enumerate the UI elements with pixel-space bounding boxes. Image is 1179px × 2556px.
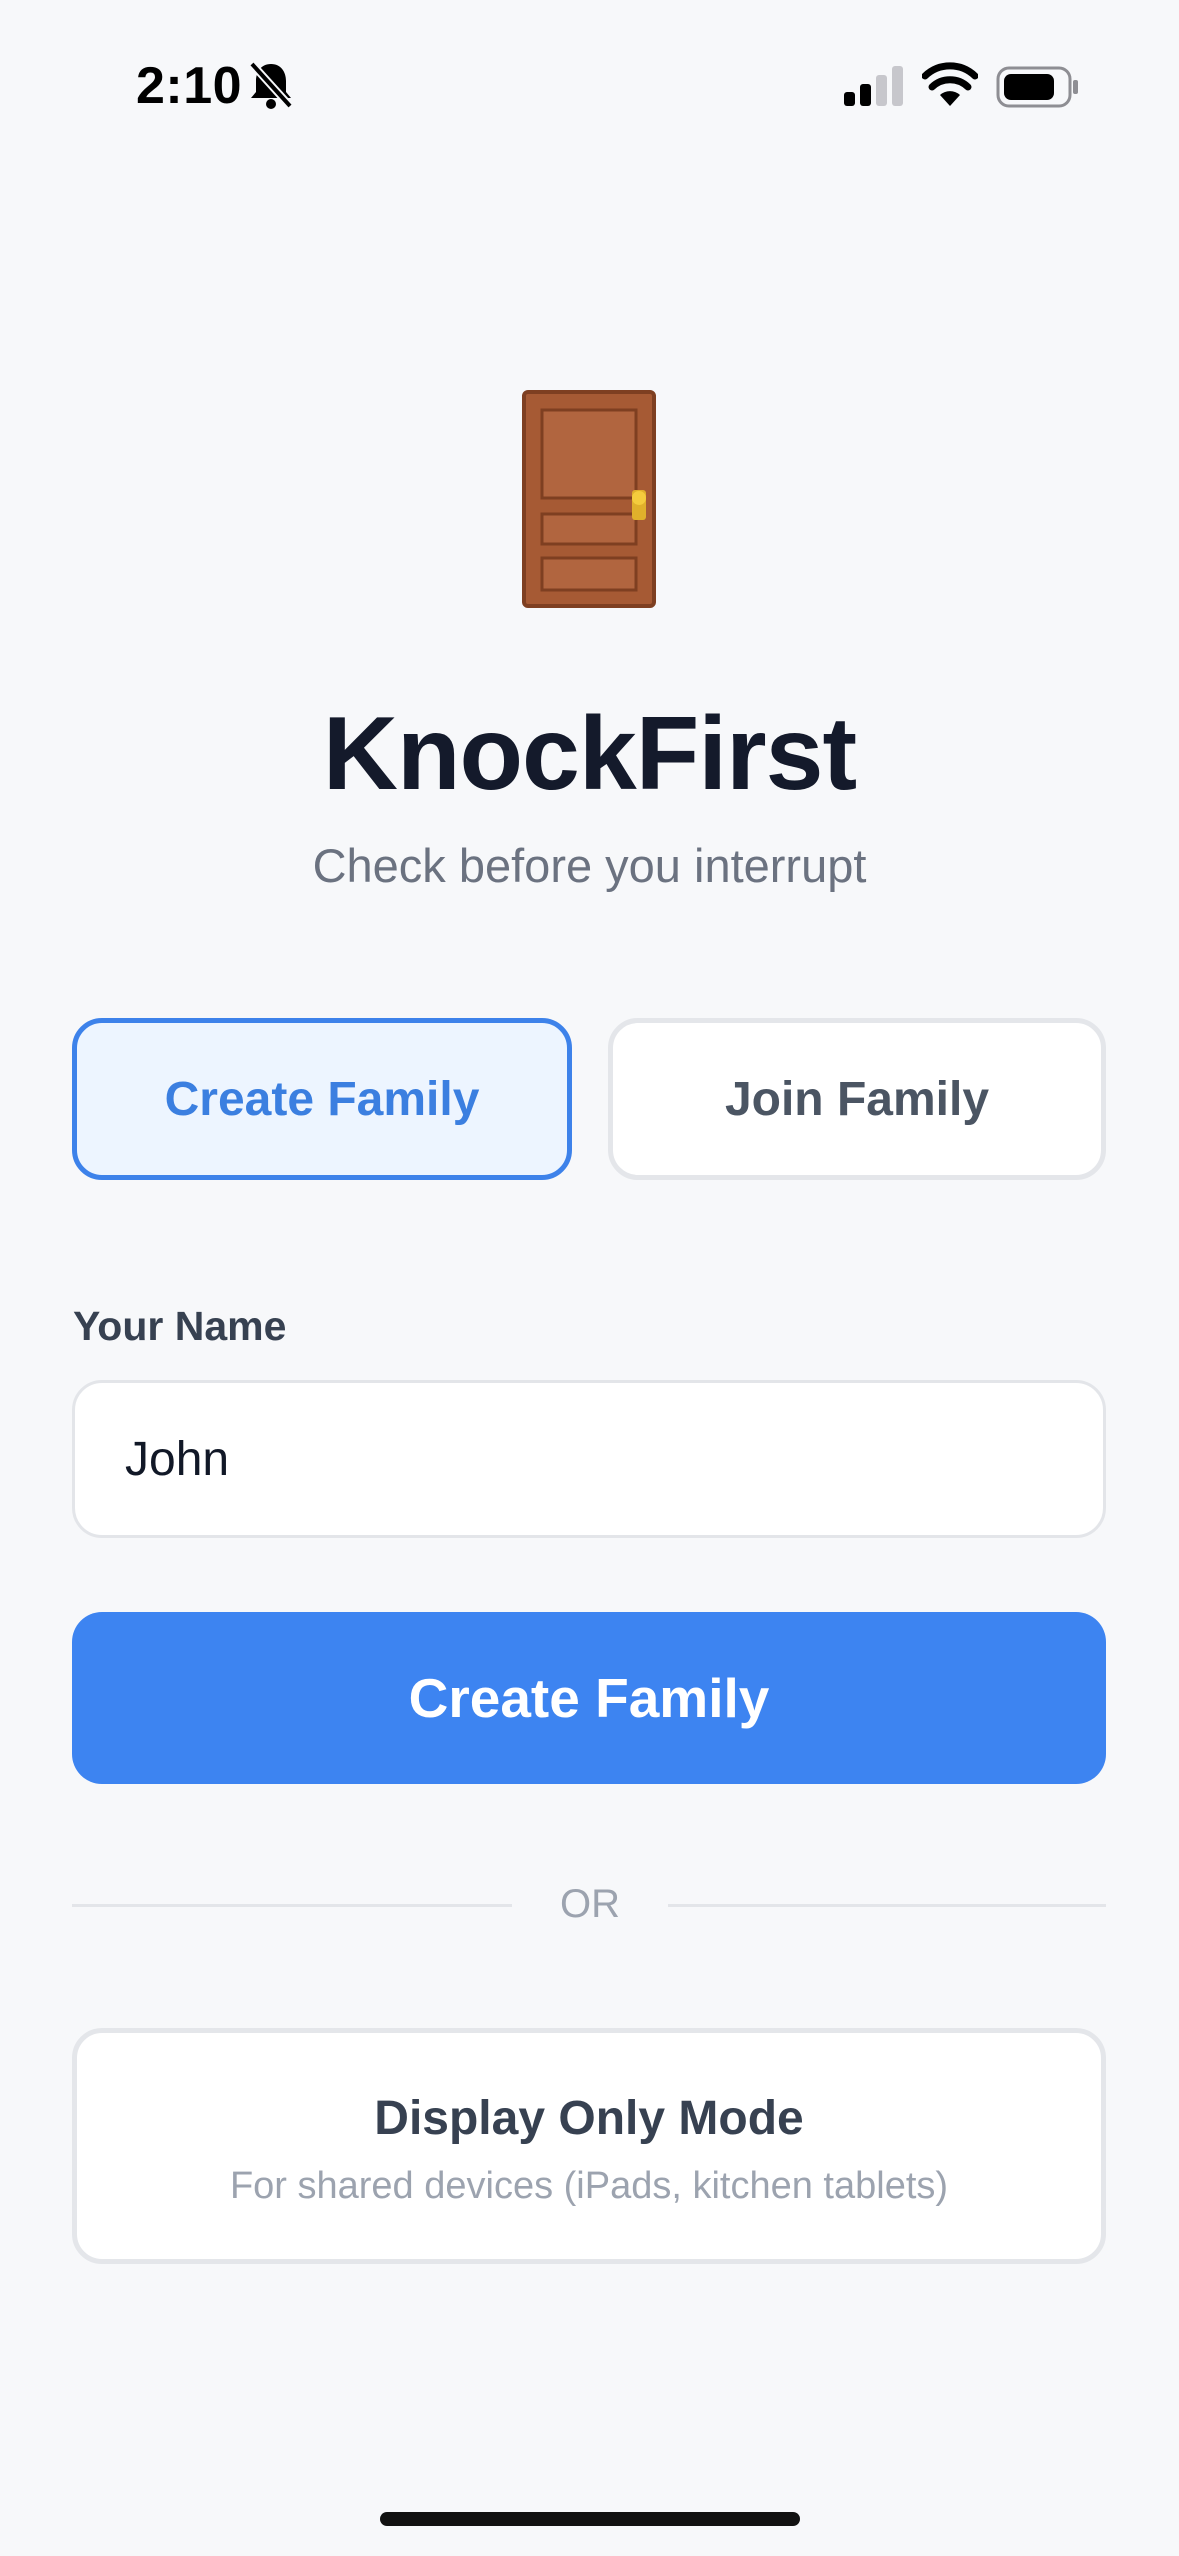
tab-join-family-label: Join Family (724, 1072, 990, 1126)
display-only-mode-subtitle: For shared devices (iPads, kitchen table… (229, 2165, 949, 2207)
app-title: KnockFirst (322, 696, 857, 812)
battery-icon (996, 66, 1078, 108)
divider-line-left (72, 1904, 512, 1907)
display-only-mode-button[interactable]: Display Only Mode For shared devices (iP… (72, 2028, 1106, 2264)
tab-join-family[interactable]: Join Family (608, 1018, 1106, 1180)
bell-slash-icon (249, 61, 293, 109)
tab-create-family[interactable]: Create Family (72, 1018, 572, 1180)
create-family-button[interactable]: Create Family (72, 1612, 1106, 1784)
display-only-mode-title: Display Only Mode (374, 2092, 804, 2145)
or-divider-text: OR (560, 1882, 620, 1926)
home-indicator[interactable] (380, 2512, 800, 2526)
door-icon (522, 390, 656, 608)
app-subtitle: Check before you interrupt (312, 839, 867, 892)
status-time: 2:10 (136, 57, 243, 115)
create-family-button-label: Create Family (408, 1667, 770, 1729)
tab-create-family-label: Create Family (164, 1072, 480, 1126)
divider-line-right (668, 1904, 1106, 1907)
name-field-label: Your Name (73, 1303, 287, 1349)
name-input[interactable] (72, 1380, 1106, 1538)
wifi-icon (922, 62, 978, 106)
cellular-signal-icon (844, 66, 903, 106)
